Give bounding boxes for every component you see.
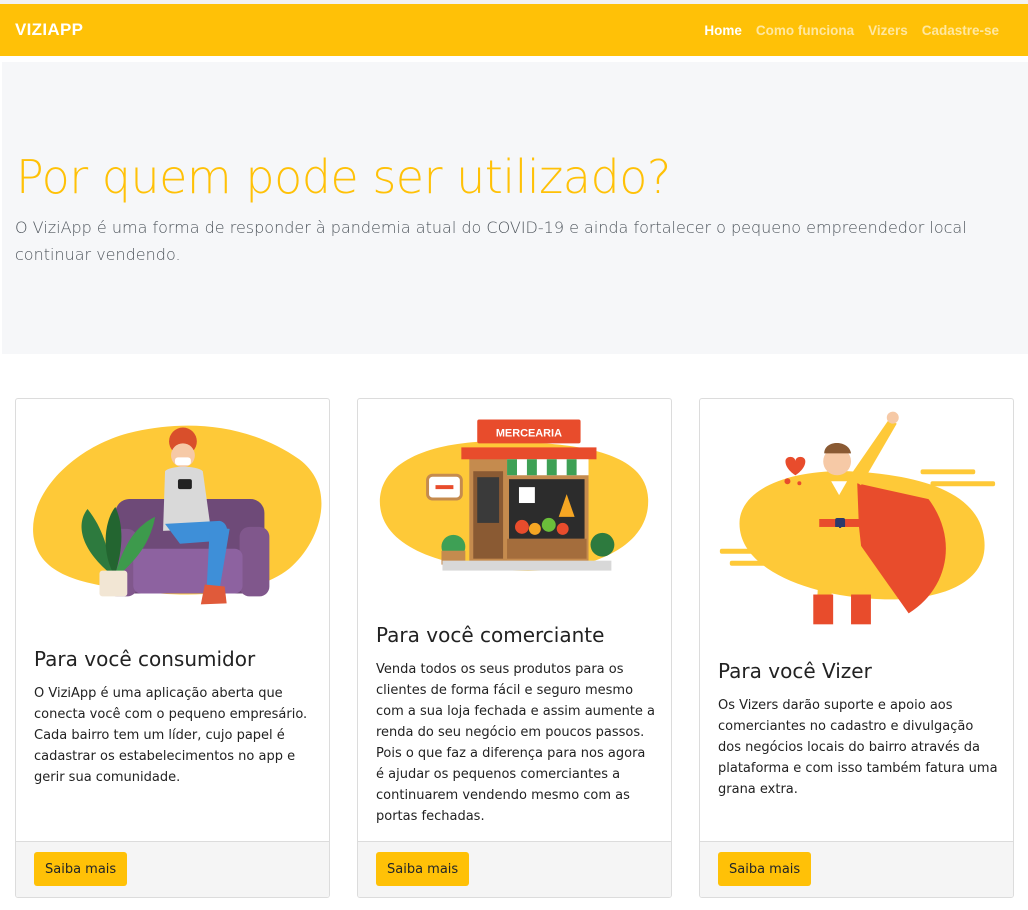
nav-link-home[interactable]: Home — [697, 23, 749, 38]
card-body: Para você comerciante Venda todos os seu… — [376, 623, 656, 827]
card-body: Para você Vizer Os Vizers darão suporte … — [718, 659, 998, 800]
card-comerciante: MERCEARIA Para você comerciante Venda to… — [357, 398, 672, 898]
store-sign: MERCEARIA — [496, 427, 562, 439]
nav-link-vizers[interactable]: Vizers — [861, 23, 915, 38]
nav-links: Home Como funciona Vizers Cadastre-se — [697, 23, 1006, 38]
brand-logo[interactable]: VIZIAPP — [15, 20, 83, 40]
card-vizer: Para você Vizer Os Vizers darão suporte … — [699, 398, 1014, 898]
card-title: Para você consumidor — [34, 647, 256, 671]
nav-link-como-funciona[interactable]: Como funciona — [749, 23, 861, 38]
hero-lead: O ViziApp é uma forma de responder à pan… — [15, 218, 967, 264]
card-footer: Saiba mais — [358, 841, 671, 897]
card-title: Para você comerciante — [376, 623, 605, 647]
card-consumidor: Para você consumidor O ViziApp é uma apl… — [15, 398, 330, 898]
superhero-illustration — [719, 411, 996, 625]
card-text: Venda todos os seus produtos para os cli… — [376, 662, 656, 824]
card-footer: Saiba mais — [16, 841, 329, 897]
card-body: Para você consumidor O ViziApp é uma apl… — [34, 647, 314, 788]
navbar: VIZIAPP Home Como funciona Vizers Cadast… — [0, 4, 1028, 56]
grocery-store-illustration: MERCEARIA — [379, 419, 649, 571]
saiba-mais-button[interactable]: Saiba mais — [718, 852, 812, 886]
saiba-mais-button[interactable]: Saiba mais — [34, 852, 128, 886]
hero-title: Por quem pode ser utilizado? — [16, 150, 671, 204]
hero-section: Por quem pode ser utilizado? O ViziApp é… — [2, 62, 1028, 354]
nav-link-cadastre-se[interactable]: Cadastre-se — [915, 23, 1006, 38]
woman-on-sofa-illustration — [33, 425, 322, 605]
card-text: Os Vizers darão suporte e apoio aos come… — [718, 698, 998, 797]
saiba-mais-button[interactable]: Saiba mais — [376, 852, 470, 886]
card-title: Para você Vizer — [718, 659, 872, 683]
card-footer: Saiba mais — [700, 841, 1013, 897]
card-text: O ViziApp é uma aplicação aberta que con… — [34, 686, 308, 785]
